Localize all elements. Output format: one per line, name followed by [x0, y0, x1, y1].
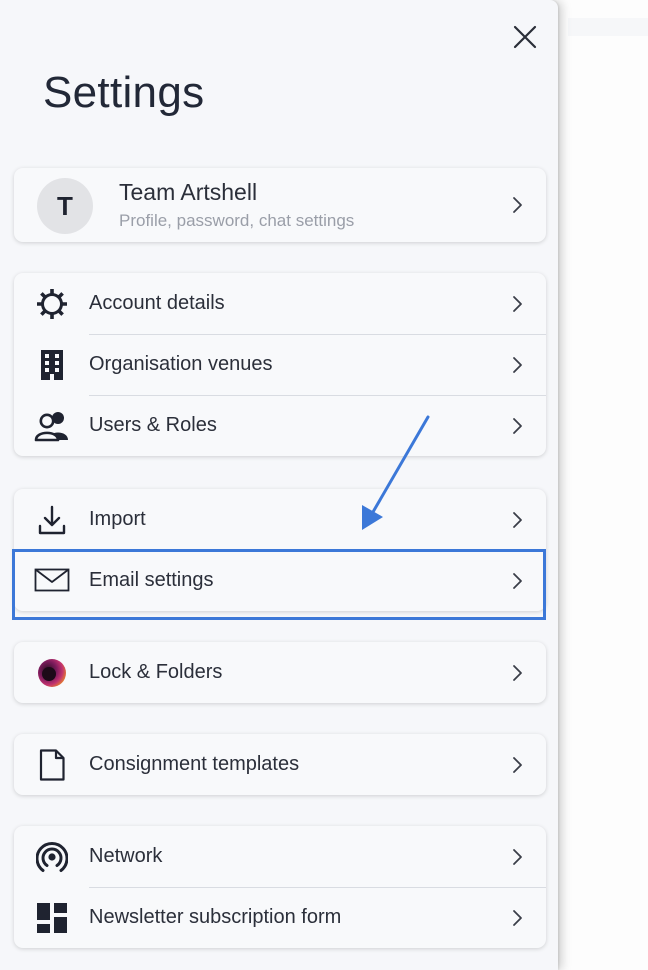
close-button[interactable]: [508, 22, 542, 52]
consignment-templates-label: Consignment templates: [89, 753, 300, 775]
lock-folders-app-icon: [34, 656, 70, 690]
profile-name: Team Artshell: [119, 179, 258, 205]
chevron-right-icon: [513, 910, 522, 926]
envelope-icon: [34, 564, 70, 598]
chevron-right-icon: [513, 512, 522, 528]
import-row[interactable]: Import: [14, 489, 546, 550]
avatar: T: [37, 178, 93, 234]
organisation-venues-row[interactable]: Organisation venues: [14, 334, 546, 395]
organisation-venues-label: Organisation venues: [89, 353, 273, 375]
account-details-label: Account details: [89, 292, 225, 314]
chevron-right-icon: [513, 757, 522, 773]
settings-group-templates: Consignment templates: [14, 734, 546, 795]
chevron-right-icon: [513, 418, 522, 434]
account-details-row[interactable]: Account details: [14, 273, 546, 334]
profile-row[interactable]: T Team Artshell Profile, password, chat …: [14, 168, 546, 242]
profile-card: T Team Artshell Profile, password, chat …: [14, 168, 546, 242]
email-settings-label: Email settings: [89, 569, 214, 591]
gear-icon: [34, 287, 70, 321]
network-row[interactable]: Network: [14, 826, 546, 887]
chevron-right-icon: [513, 665, 522, 681]
chevron-right-icon: [513, 573, 522, 589]
building-icon: [34, 348, 70, 382]
consignment-templates-row[interactable]: Consignment templates: [14, 734, 546, 795]
page-title: Settings: [43, 68, 205, 117]
settings-group-import: Import Email settings: [14, 489, 546, 611]
chevron-right-icon: [513, 357, 522, 373]
users-roles-row[interactable]: Users & Roles: [14, 395, 546, 456]
close-icon: [513, 25, 537, 49]
background-strip: [568, 18, 648, 36]
email-settings-row[interactable]: Email settings: [14, 550, 546, 611]
settings-group-lock: Lock & Folders: [14, 642, 546, 703]
lock-folders-label: Lock & Folders: [89, 661, 223, 683]
download-icon: [34, 503, 70, 537]
newsletter-form-label: Newsletter subscription form: [89, 906, 342, 928]
profile-subtitle: Profile, password, chat settings: [119, 211, 355, 230]
network-label: Network: [89, 845, 163, 867]
newsletter-form-row[interactable]: Newsletter subscription form: [14, 887, 546, 948]
lock-folders-row[interactable]: Lock & Folders: [14, 642, 546, 703]
chevron-right-icon: [513, 296, 522, 312]
chevron-right-icon: [513, 197, 522, 213]
users-roles-label: Users & Roles: [89, 414, 217, 436]
background-app: [558, 0, 648, 970]
import-label: Import: [89, 508, 146, 530]
settings-group-network: Network Newsletter subscription form: [14, 826, 546, 948]
layout-icon: [34, 901, 70, 935]
settings-panel: Settings T Team Artshell Profile, passwo…: [0, 0, 558, 970]
users-icon: [34, 409, 70, 443]
settings-group-account: Account details Organisation venues User…: [14, 273, 546, 456]
document-icon: [34, 748, 70, 782]
chevron-right-icon: [513, 849, 522, 865]
network-icon: [34, 840, 70, 874]
